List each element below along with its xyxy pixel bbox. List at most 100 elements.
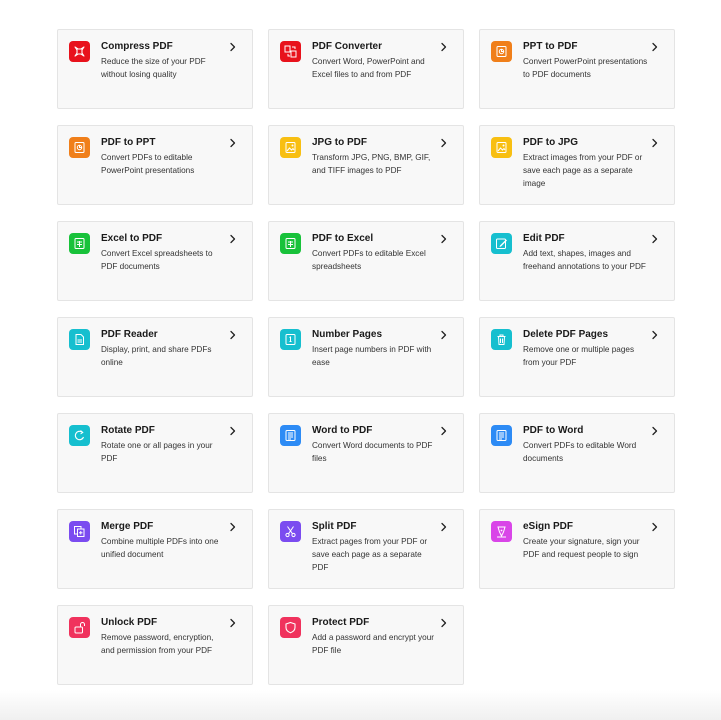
convert-icon <box>280 41 301 62</box>
tool-description: Add text, shapes, images and freehand an… <box>523 249 646 271</box>
tools-grid: Compress PDF Reduce the size of your PDF… <box>57 29 675 685</box>
tool-description: Convert PowerPoint presentations to PDF … <box>523 57 648 79</box>
excel-icon <box>280 233 301 254</box>
chevron-right-icon <box>650 42 660 52</box>
chevron-right-icon <box>439 426 449 436</box>
pencil-icon <box>491 233 512 254</box>
chevron-right-icon <box>228 330 238 340</box>
tool-description: Convert PDFs to editable Word documents <box>523 441 637 463</box>
chevron-right-icon <box>228 138 238 148</box>
tool-card-word-to-pdf[interactable]: Word to PDF Convert Word documents to PD… <box>268 413 464 493</box>
word-icon <box>280 425 301 446</box>
tool-title: eSign PDF <box>523 521 574 532</box>
tool-card-delete-pdf-pages[interactable]: Delete PDF Pages Remove one or multiple … <box>479 317 675 397</box>
tool-card-pdf-to-excel[interactable]: PDF to Excel Convert PDFs to editable Ex… <box>268 221 464 301</box>
number-icon <box>280 329 301 350</box>
document-icon <box>69 329 90 350</box>
image-icon <box>280 137 301 158</box>
tool-title: Protect PDF <box>312 617 370 628</box>
tool-card-jpg-to-pdf[interactable]: JPG to PDF Transform JPG, PNG, BMP, GIF,… <box>268 125 464 205</box>
tool-card-pdf-converter[interactable]: PDF Converter Convert Word, PowerPoint a… <box>268 29 464 109</box>
tool-title: Compress PDF <box>101 41 173 52</box>
tool-title: Split PDF <box>312 521 357 532</box>
tool-card-pdf-to-word[interactable]: PDF to Word Convert PDFs to editable Wor… <box>479 413 675 493</box>
merge-icon <box>69 521 90 542</box>
tool-title: PPT to PDF <box>523 41 578 52</box>
chevron-right-icon <box>439 522 449 532</box>
tool-card-split-pdf[interactable]: Split PDF Extract pages from your PDF or… <box>268 509 464 589</box>
excel-icon <box>69 233 90 254</box>
shield-icon <box>280 617 301 638</box>
tool-description: Combine multiple PDFs into one unified d… <box>101 537 219 559</box>
tool-description: Remove password, encryption, and permiss… <box>101 633 214 655</box>
tool-card-unlock-pdf[interactable]: Unlock PDF Remove password, encryption, … <box>57 605 253 685</box>
tool-description: Create your signature, sign your PDF and… <box>523 537 640 559</box>
tool-description: Convert Word, PowerPoint and Excel files… <box>312 57 425 79</box>
tool-description: Extract images from your PDF or save eac… <box>523 153 643 188</box>
tool-title: Number Pages <box>312 329 383 340</box>
tool-title: Delete PDF Pages <box>523 329 609 340</box>
unlock-icon <box>69 617 90 638</box>
tool-title: Word to PDF <box>312 425 373 436</box>
tool-title: Merge PDF <box>101 521 154 532</box>
tool-title: Excel to PDF <box>101 233 163 244</box>
tool-description: Insert page numbers in PDF with ease <box>312 345 432 367</box>
ppt-icon <box>491 41 512 62</box>
tool-description: Transform JPG, PNG, BMP, GIF, and TIFF i… <box>312 153 431 175</box>
ppt-icon <box>69 137 90 158</box>
tool-description: Convert Excel spreadsheets to PDF docume… <box>101 249 213 271</box>
trash-icon <box>491 329 512 350</box>
image-icon <box>491 137 512 158</box>
chevron-right-icon <box>439 618 449 628</box>
tool-card-rotate-pdf[interactable]: Rotate PDF Rotate one or all pages in yo… <box>57 413 253 493</box>
chevron-right-icon <box>650 522 660 532</box>
tool-title: Unlock PDF <box>101 617 158 628</box>
tool-card-pdf-reader[interactable]: PDF Reader Display, print, and share PDF… <box>57 317 253 397</box>
tool-description: Convert PDFs to editable Excel spreadshe… <box>312 249 426 271</box>
tool-card-merge-pdf[interactable]: Merge PDF Combine multiple PDFs into one… <box>57 509 253 589</box>
tool-title: PDF to PPT <box>101 137 156 148</box>
tool-card-number-pages[interactable]: Number Pages Insert page numbers in PDF … <box>268 317 464 397</box>
tool-title: PDF to Excel <box>312 233 374 244</box>
tool-title: Edit PDF <box>523 233 565 244</box>
tool-card-esign-pdf[interactable]: eSign PDF Create your signature, sign yo… <box>479 509 675 589</box>
chevron-right-icon <box>228 426 238 436</box>
tool-title: PDF to Word <box>523 425 584 436</box>
rotate-icon <box>69 425 90 446</box>
tool-card-protect-pdf[interactable]: Protect PDF Add a password and encrypt y… <box>268 605 464 685</box>
chevron-right-icon <box>228 618 238 628</box>
chevron-right-icon <box>439 234 449 244</box>
tool-card-edit-pdf[interactable]: Edit PDF Add text, shapes, images and fr… <box>479 221 675 301</box>
compress-icon <box>69 41 90 62</box>
tool-card-excel-to-pdf[interactable]: Excel to PDF Convert Excel spreadsheets … <box>57 221 253 301</box>
tool-card-pdf-to-ppt[interactable]: PDF to PPT Convert PDFs to editable Powe… <box>57 125 253 205</box>
chevron-right-icon <box>228 234 238 244</box>
chevron-right-icon <box>650 330 660 340</box>
tool-card-pdf-to-jpg[interactable]: PDF to JPG Extract images from your PDF … <box>479 125 675 205</box>
tool-description: Add a password and encrypt your PDF file <box>312 633 434 655</box>
tool-title: PDF to JPG <box>523 137 579 148</box>
chevron-right-icon <box>228 42 238 52</box>
chevron-right-icon <box>228 522 238 532</box>
tool-description: Extract pages from your PDF or save each… <box>312 537 428 572</box>
bottom-fade <box>0 690 721 720</box>
chevron-right-icon <box>650 426 660 436</box>
tool-card-ppt-to-pdf[interactable]: PPT to PDF Convert PowerPoint presentati… <box>479 29 675 109</box>
tool-title: Rotate PDF <box>101 425 155 436</box>
scissors-icon <box>280 521 301 542</box>
tool-description: Convert PDFs to editable PowerPoint pres… <box>101 153 195 175</box>
chevron-right-icon <box>439 42 449 52</box>
tool-description: Display, print, and share PDFs online <box>101 345 212 367</box>
tool-title: PDF Reader <box>101 329 158 340</box>
chevron-right-icon <box>439 330 449 340</box>
tool-description: Convert Word documents to PDF files <box>312 441 433 463</box>
tool-description: Reduce the size of your PDF without losi… <box>101 57 206 79</box>
tool-card-compress-pdf[interactable]: Compress PDF Reduce the size of your PDF… <box>57 29 253 109</box>
tool-description: Rotate one or all pages in your PDF <box>101 441 213 463</box>
tool-title: JPG to PDF <box>312 137 368 148</box>
tool-description: Remove one or multiple pages from your P… <box>523 345 635 367</box>
chevron-right-icon <box>650 138 660 148</box>
pen-icon <box>491 521 512 542</box>
chevron-right-icon <box>650 234 660 244</box>
word-icon <box>491 425 512 446</box>
